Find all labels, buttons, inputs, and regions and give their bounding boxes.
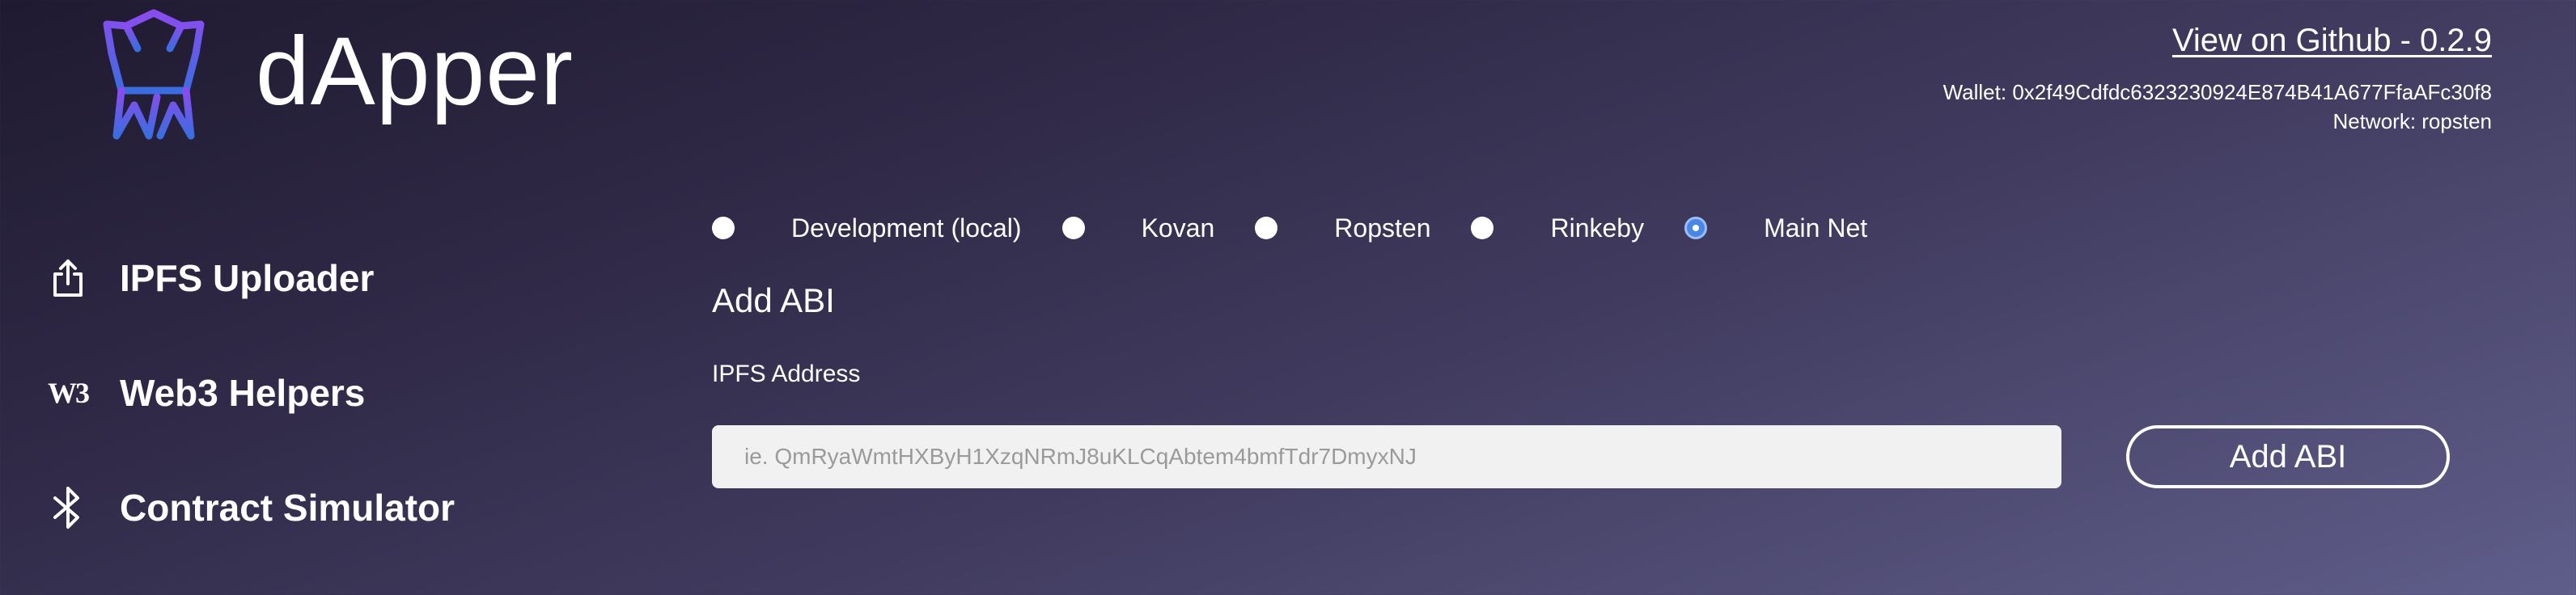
upload-icon: [45, 255, 91, 301]
radio-label: Rinkeby: [1550, 213, 1645, 243]
section-title: Add ABI: [712, 281, 835, 319]
network-status: Network: ropsten: [2332, 109, 2492, 133]
sidebar-item-label: Contract Simulator: [120, 487, 455, 529]
radio-development-local[interactable]: [712, 217, 735, 239]
wallet-address: Wallet: 0x2f49Cdfdc6323230924E874B41A677…: [1943, 80, 2492, 104]
bluetooth-icon: [45, 485, 91, 530]
radio-label: Main Net: [1764, 213, 1868, 243]
header-info: View on Github - 0.2.9 Wallet: 0x2f49Cdf…: [1943, 19, 2492, 136]
sidebar: IPFS Uploader W3 Web3 Helpers Contract S…: [45, 252, 455, 595]
app-title: dApper: [256, 17, 574, 125]
dapper-robot-logo-icon: [89, 6, 218, 144]
radio-rinkeby[interactable]: [1471, 217, 1494, 239]
radio-main-net[interactable]: [1684, 217, 1708, 239]
ipfs-address-input[interactable]: [712, 425, 2061, 488]
github-link[interactable]: View on Github - 0.2.9: [2172, 19, 2492, 61]
radio-label: Ropsten: [1334, 213, 1431, 243]
w3-icon-text: W3: [48, 377, 90, 409]
add-abi-button[interactable]: Add ABI: [2126, 425, 2450, 488]
radio-kovan[interactable]: [1061, 217, 1085, 239]
w3-icon: W3: [45, 370, 91, 416]
sidebar-item-ipfs-uploader[interactable]: IPFS Uploader: [45, 252, 455, 304]
radio-ropsten[interactable]: [1255, 217, 1278, 239]
sidebar-item-web3-helpers[interactable]: W3 Web3 Helpers: [45, 367, 455, 419]
ipfs-address-label: IPFS Address: [712, 361, 861, 387]
sidebar-item-contract-simulator[interactable]: Contract Simulator: [45, 482, 455, 534]
sidebar-item-label: Web3 Helpers: [120, 372, 366, 414]
sidebar-item-label: IPFS Uploader: [120, 257, 375, 299]
network-selector: Development (local) Kovan Ropsten Rinkeb…: [712, 210, 1908, 246]
radio-label: Development (local): [791, 213, 1022, 243]
radio-label: Kovan: [1141, 213, 1215, 243]
